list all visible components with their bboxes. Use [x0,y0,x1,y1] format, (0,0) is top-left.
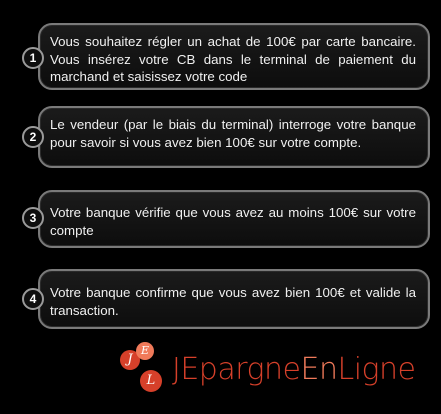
logo-wordmark-part3: Ligne [337,352,416,387]
step-3-number: 3 [22,207,44,229]
brand-logo: J E L JEpargneEnLigne [110,340,430,410]
logo-wordmark: JEpargneEnLigne [172,352,416,387]
step-4-text: Votre banque confirme que vous avez bien… [50,285,416,318]
logo-circle-e: E [136,342,154,360]
step-2-number: 2 [22,126,44,148]
step-4-box: Votre banque confirme que vous avez bien… [38,269,430,329]
step-4: Votre banque confirme que vous avez bien… [0,0,441,340]
logo-circle-l: L [140,370,162,392]
logo-wordmark-part2: En [300,352,338,387]
step-4-number: 4 [22,288,44,310]
logo-wordmark-part1: JEpargne [172,352,301,387]
step-1-number: 1 [22,47,44,69]
